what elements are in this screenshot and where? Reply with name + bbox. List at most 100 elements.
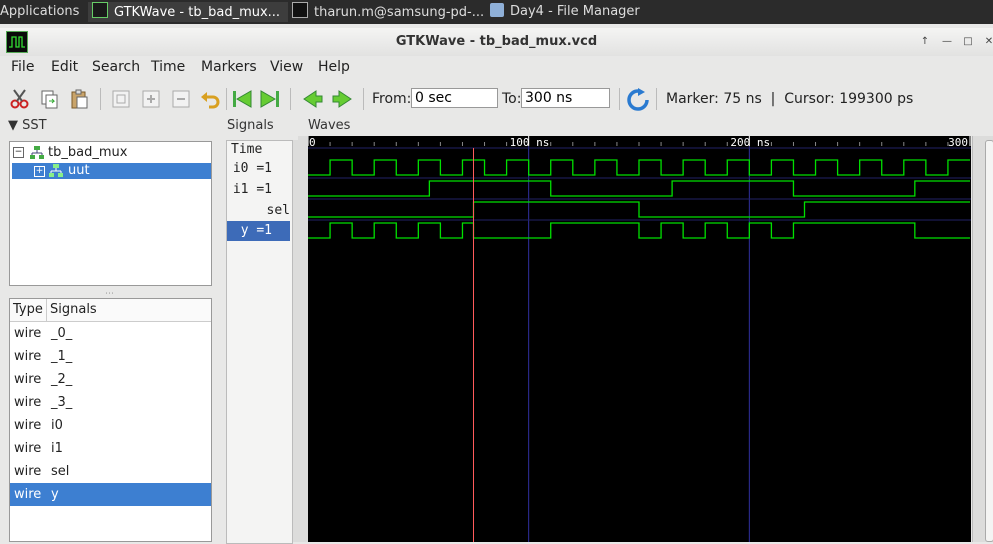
signal-name-row[interactable]: i0 =1 (227, 159, 290, 179)
column-divider (46, 299, 47, 321)
task-gtkwave[interactable]: GTKWave - tb_bad_mux... (88, 2, 288, 22)
close-icon[interactable]: ✕ (982, 35, 993, 49)
from-label: From: (372, 91, 412, 107)
table-header: Type Signals (10, 299, 211, 322)
signal-type: wire (14, 441, 42, 456)
table-row[interactable]: wire _3_ (10, 391, 211, 414)
folder-icon (490, 3, 504, 17)
task-terminal[interactable]: tharun.m@samsung-pd-... (290, 2, 484, 22)
trace-y (308, 222, 970, 239)
signal-name: y (51, 487, 59, 502)
sst-header[interactable]: ▼ SST (8, 118, 47, 133)
menu-markers[interactable]: Markers (201, 59, 257, 75)
window-titlebar: GTKWave - tb_bad_mux.vcd ↑ — □ ✕ (0, 28, 993, 56)
menu-time[interactable]: Time (151, 59, 185, 75)
toolbar: From: To: Marker: 75 ns | Cursor: 199300… (0, 82, 993, 116)
zoom-in-icon[interactable] (140, 88, 162, 110)
zoom-fit-icon[interactable] (110, 88, 132, 110)
signal-name: i1 (51, 441, 63, 456)
pane-divider[interactable] (218, 116, 222, 542)
signal-names-pane: Time i0 =1 i1 =1 sel =1 y =1 (226, 140, 293, 544)
module-icon (49, 164, 63, 177)
tree-label: uut (68, 163, 90, 178)
signal-name-row[interactable]: sel =1 (227, 201, 290, 238)
column-signals[interactable]: Signals (50, 302, 97, 317)
tree-node-tb-bad-mux[interactable]: − tb_bad_mux (12, 144, 211, 163)
zoom-out-icon[interactable] (170, 88, 192, 110)
signal-name: _2_ (51, 372, 73, 387)
tree-expander-icon[interactable]: + (34, 166, 45, 177)
menu-file[interactable]: File (11, 59, 34, 75)
table-row[interactable]: wire i1 (10, 437, 211, 460)
waves-left-border (298, 136, 308, 542)
undo-zoom-icon[interactable] (199, 88, 221, 110)
table-row[interactable]: wire y (10, 483, 211, 506)
menu-search[interactable]: Search (92, 59, 140, 75)
sst-signal-table: Type Signals wire _0_ wire _1_ wire _2_ wire _3… (9, 298, 212, 542)
trace-sel (308, 201, 970, 218)
minimize-icon[interactable]: — (940, 35, 954, 49)
menu-edit[interactable]: Edit (51, 59, 78, 75)
window-title: GTKWave - tb_bad_mux.vcd (395, 34, 598, 49)
signal-type: wire (14, 395, 42, 410)
ruler-label: 100 ns (510, 136, 550, 149)
sst-title: SST (22, 118, 47, 133)
page-left-icon[interactable] (302, 88, 324, 110)
menu-help[interactable]: Help (318, 59, 350, 75)
signal-name: _1_ (51, 349, 73, 364)
window-up-icon[interactable]: ↑ (918, 35, 932, 49)
toolbar-separator (656, 88, 657, 110)
signal-type: wire (14, 464, 42, 479)
toolbar-separator (290, 88, 291, 110)
table-row[interactable]: wire _2_ (10, 368, 211, 391)
maximize-icon[interactable]: □ (961, 35, 975, 49)
module-icon (30, 146, 44, 159)
signal-name: i1 =1 (232, 182, 272, 197)
signal-name-row[interactable]: y =1 (227, 221, 290, 241)
marker-cursor-status: Marker: 75 ns | Cursor: 199300 ps (666, 91, 914, 107)
waves-header: Waves (308, 118, 351, 133)
menubar: File Edit Search Time Markers View Help (0, 56, 993, 80)
task-label: GTKWave - tb_bad_mux... (114, 5, 281, 20)
signal-name: _3_ (51, 395, 73, 410)
signal-name: i0 (51, 418, 63, 433)
table-row[interactable]: wire sel (10, 460, 211, 483)
page-right-icon[interactable] (331, 88, 353, 110)
reload-icon[interactable] (626, 88, 649, 111)
ruler-label: 300 (948, 136, 968, 149)
table-row[interactable]: wire _0_ (10, 322, 211, 345)
waves-scrollbar[interactable] (972, 136, 993, 542)
tree-expander-icon[interactable]: − (13, 147, 24, 158)
copy-icon[interactable] (38, 88, 60, 110)
applications-menu[interactable]: Applications (0, 2, 80, 22)
task-file-manager[interactable]: Day4 - File Manager (488, 2, 686, 22)
signal-type: wire (14, 487, 42, 502)
zoom-to-start-icon[interactable] (231, 88, 253, 110)
signal-type: wire (14, 326, 42, 341)
toolbar-separator (363, 88, 364, 110)
signal-name: _0_ (51, 326, 73, 341)
signal-type: wire (14, 418, 42, 433)
hierarchy-tree: − tb_bad_mux + uut (9, 141, 212, 286)
table-row[interactable]: wire _1_ (10, 345, 211, 368)
collapse-triangle-icon: ▼ (8, 118, 18, 133)
task-label: tharun.m@samsung-pd-... (314, 5, 484, 20)
menu-view[interactable]: View (270, 59, 303, 75)
signal-name-row[interactable]: i1 =1 (227, 180, 290, 200)
signals-header: Signals (227, 118, 274, 133)
column-type[interactable]: Type (13, 302, 43, 317)
paste-icon[interactable] (68, 88, 90, 110)
waveform-display[interactable]: 0 100 ns 200 ns 300 (308, 136, 971, 542)
trace-i0 (308, 159, 970, 176)
tree-node-uut[interactable]: + uut (12, 163, 211, 179)
table-row[interactable]: wire i0 (10, 414, 211, 437)
to-time-input[interactable] (521, 88, 610, 108)
cut-icon[interactable] (9, 88, 31, 110)
toolbar-separator (619, 88, 620, 110)
zoom-to-end-icon[interactable] (259, 88, 281, 110)
from-time-input[interactable] (411, 88, 498, 108)
signal-name: y =1 (240, 223, 272, 238)
tree-label: tb_bad_mux (48, 145, 128, 160)
to-label: To: (502, 91, 522, 107)
scrollbar-thumb[interactable] (985, 140, 993, 542)
